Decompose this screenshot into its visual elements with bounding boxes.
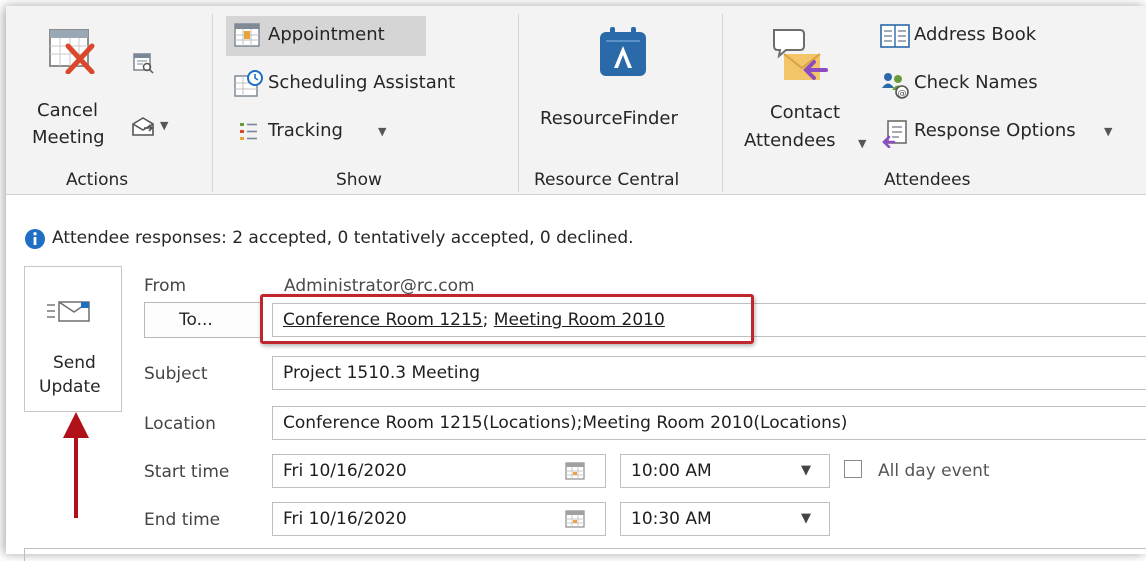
check-names-label: Check Names <box>914 72 1038 93</box>
send-update-label-1: Send <box>53 353 96 373</box>
attendees-group-label: Attendees <box>884 170 971 190</box>
send-icon <box>47 301 90 322</box>
appointment-button[interactable]: Appointment <box>226 16 426 56</box>
actions-group-label: Actions <box>66 170 129 190</box>
cancel-meeting-label-1: Cancel <box>37 100 98 121</box>
info-icon <box>25 229 45 249</box>
response-options-icon <box>882 120 907 148</box>
scheduling-assistant-icon <box>234 70 263 97</box>
show-group-label: Show <box>336 170 382 190</box>
attendee-responses-message: Attendee responses: 2 accepted, 0 tentat… <box>52 228 634 248</box>
group-divider <box>212 14 213 192</box>
send-update-label-2: Update <box>39 377 101 397</box>
group-divider <box>518 14 519 192</box>
response-options-label: Response Options <box>914 120 1076 141</box>
location-label: Location <box>144 414 216 434</box>
chevron-down-icon: ▼ <box>378 125 387 138</box>
end-date-value: Fri 10/16/2020 <box>283 509 407 529</box>
chevron-down-icon: ▼ <box>801 511 811 526</box>
forward-dropdown-button[interactable]: ▼ <box>130 114 172 142</box>
resourcefinder-label: ResourceFinder <box>540 108 678 129</box>
resourcefinder-icon <box>600 27 646 76</box>
forward-icon <box>132 117 154 136</box>
send-update-button[interactable]: Send Update <box>24 266 122 412</box>
address-book-icon <box>880 24 910 48</box>
chevron-down-icon: ▼ <box>858 137 867 150</box>
location-input[interactable]: Conference Room 1215(Locations);Meeting … <box>272 406 1146 440</box>
calendar-view-icon[interactable] <box>132 52 154 74</box>
appointment-icon <box>234 23 260 47</box>
tracking-icon <box>240 123 257 140</box>
chevron-down-icon: ▼ <box>1104 125 1113 138</box>
tracking-label: Tracking <box>268 120 343 141</box>
address-book-button[interactable]: Address Book <box>880 20 1100 54</box>
start-date-picker[interactable]: Fri 10/16/2020 <box>272 454 606 488</box>
all-day-label: All day event <box>878 461 990 481</box>
svg-text:@: @ <box>898 89 907 99</box>
end-time-label: End time <box>144 510 221 530</box>
all-day-checkbox[interactable] <box>844 460 862 478</box>
calendar-icon[interactable] <box>565 510 585 528</box>
address-book-label: Address Book <box>914 24 1037 45</box>
resourcefinder-button[interactable]: ResourceFinder <box>528 20 718 160</box>
cancel-meeting-icon <box>49 29 95 74</box>
location-value: Conference Room 1215(Locations);Meeting … <box>283 413 848 433</box>
start-date-value: Fri 10/16/2020 <box>283 461 407 481</box>
check-names-icon: @ <box>882 73 909 99</box>
contact-attendees-button[interactable]: Contact Attendees ▼ <box>736 20 870 160</box>
tracking-button[interactable]: Tracking ▼ <box>228 116 398 150</box>
scheduling-assistant-button[interactable]: Scheduling Assistant <box>228 68 498 102</box>
end-time-dropdown[interactable]: 10:30 AM ▼ <box>620 502 830 536</box>
start-time-dropdown[interactable]: 10:00 AM ▼ <box>620 454 830 488</box>
body-editor[interactable] <box>24 548 1146 561</box>
start-time-label: Start time <box>144 462 230 482</box>
start-time-value: 10:00 AM <box>631 461 712 481</box>
cancel-meeting-label-2: Meeting <box>32 127 105 148</box>
cancel-meeting-button[interactable]: Cancel Meeting <box>28 24 128 164</box>
contact-attendees-icon <box>773 29 828 80</box>
from-label: From <box>144 276 187 296</box>
end-date-picker[interactable]: Fri 10/16/2020 <box>272 502 606 536</box>
outlook-meeting-window: Cancel Meeting ▼ Actions Appointment Sch… <box>6 6 1146 561</box>
calendar-icon[interactable] <box>565 462 585 480</box>
subject-value: Project 1510.3 Meeting <box>283 363 480 383</box>
response-options-button[interactable]: Response Options ▼ <box>880 116 1120 150</box>
end-time-value: 10:30 AM <box>631 509 712 529</box>
resource-central-group-label: Resource Central <box>534 170 680 190</box>
chevron-down-icon: ▼ <box>160 119 169 132</box>
to-button-label: To... <box>179 310 213 330</box>
subject-label: Subject <box>144 364 208 384</box>
subject-input[interactable]: Project 1510.3 Meeting <box>272 356 1146 390</box>
ribbon: Cancel Meeting ▼ Actions Appointment Sch… <box>6 6 1146 195</box>
contact-attendees-label-1: Contact <box>770 102 841 123</box>
from-value: Administrator@rc.com <box>284 276 475 296</box>
scheduling-assistant-label: Scheduling Assistant <box>268 72 456 93</box>
check-names-button[interactable]: @ Check Names <box>880 68 1080 102</box>
appointment-label: Appointment <box>268 24 385 45</box>
arrow-up-icon <box>63 412 89 518</box>
group-divider <box>722 14 723 192</box>
chevron-down-icon: ▼ <box>801 463 811 478</box>
contact-attendees-label-2: Attendees <box>744 130 836 151</box>
highlight-box <box>260 294 754 344</box>
to-button[interactable]: To... <box>144 302 262 338</box>
